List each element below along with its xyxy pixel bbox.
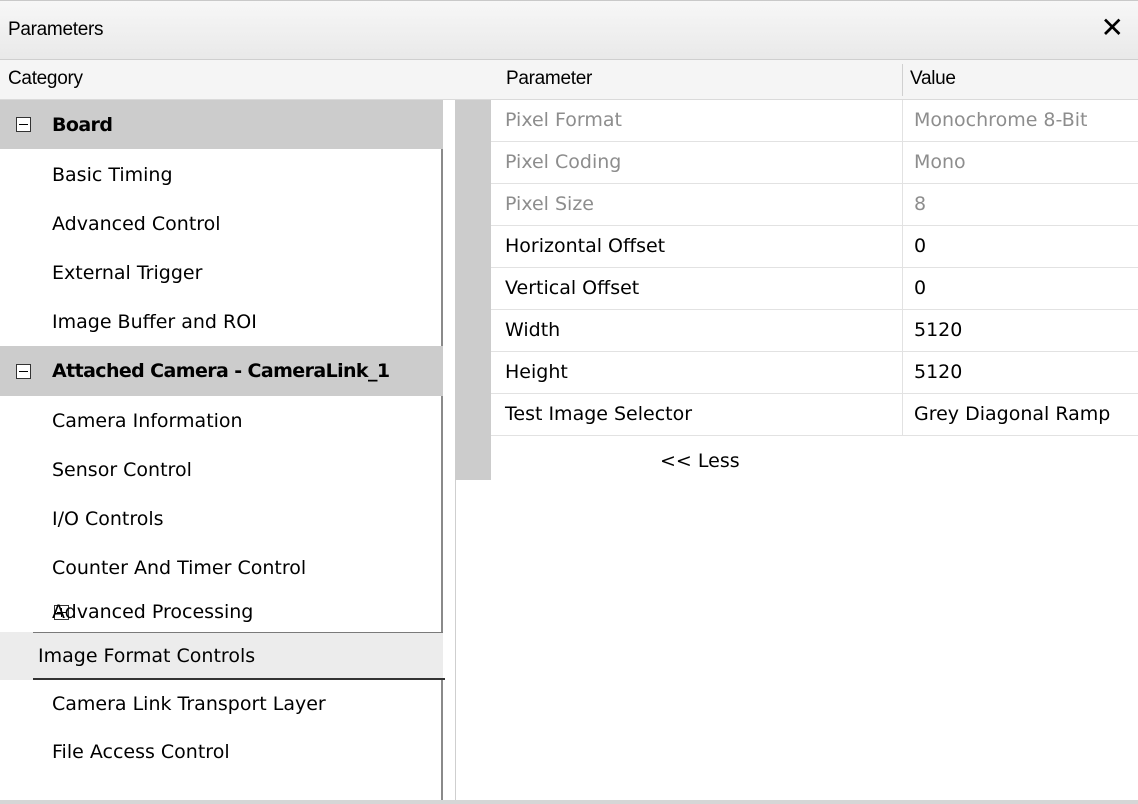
category-label: Sensor Control: [52, 458, 192, 481]
category-item-i-o-controls[interactable]: I/O Controls: [0, 494, 443, 543]
parameter-name: Height: [505, 361, 568, 383]
category-label: External Trigger: [52, 261, 203, 284]
parameter-row[interactable]: Width 5120: [491, 310, 1138, 352]
category-item-camera-information[interactable]: Camera Information: [0, 396, 443, 445]
column-divider[interactable]: [902, 64, 903, 96]
parameter-value[interactable]: 0: [914, 235, 926, 257]
cell-divider: [902, 184, 903, 226]
parameter-value: Mono: [914, 151, 966, 173]
category-item-advanced-control[interactable]: Advanced Control: [0, 199, 443, 248]
category-label: Advanced Processing: [52, 601, 254, 623]
parameter-row: Pixel Coding Mono: [491, 142, 1138, 184]
value-header[interactable]: Value: [910, 68, 956, 90]
category-label: Camera Information: [52, 409, 243, 432]
parameter-header[interactable]: Parameter: [506, 68, 592, 90]
less-link[interactable]: << Less: [660, 450, 740, 472]
category-label: Camera Link Transport Layer: [52, 693, 326, 715]
selection-border: [33, 678, 445, 680]
column-headers: Category Parameter Value: [0, 60, 1138, 100]
parameter-value: 8: [914, 193, 927, 215]
parameter-value[interactable]: 0: [914, 277, 926, 299]
category-label: File Access Control: [52, 741, 230, 763]
category-item-file-access-control[interactable]: File Access Control: [0, 728, 443, 776]
parameter-name: Pixel Size: [505, 193, 594, 215]
category-label: Attached Camera - CameraLink_1: [52, 360, 390, 382]
category-item-external-trigger[interactable]: External Trigger: [0, 248, 443, 297]
cell-divider: [902, 268, 903, 310]
parameter-row[interactable]: Height 5120: [491, 352, 1138, 394]
category-item-image-buffer-and-roi[interactable]: Image Buffer and ROI: [0, 297, 443, 346]
category-item-image-format-controls[interactable]: Image Format Controls: [0, 632, 443, 680]
parameter-row[interactable]: Vertical Offset 0: [491, 268, 1138, 310]
category-label: Board: [52, 113, 113, 136]
category-label: I/O Controls: [52, 507, 164, 530]
category-label: Image Buffer and ROI: [52, 310, 257, 333]
collapse-icon[interactable]: [16, 117, 31, 132]
cell-divider: [902, 226, 903, 268]
category-label: Basic Timing: [52, 163, 173, 186]
cell-divider: [902, 352, 903, 394]
parameter-value[interactable]: 5120: [914, 361, 962, 383]
category-item-advanced-processing[interactable]: Advanced Processing: [0, 592, 443, 632]
parameter-name: Pixel Format: [505, 109, 622, 131]
parameter-name: Pixel Coding: [505, 151, 622, 173]
collapse-icon[interactable]: [16, 363, 31, 379]
parameter-name: Horizontal Offset: [505, 235, 666, 257]
parameter-value: Monochrome 8-Bit: [914, 109, 1088, 131]
parameter-value[interactable]: 5120: [914, 319, 962, 341]
category-item-basic-timing[interactable]: Basic Timing: [0, 150, 443, 199]
category-item-attached-camera-cameralink-1[interactable]: Attached Camera - CameraLink_1: [0, 346, 443, 396]
parameter-name: Test Image Selector: [505, 403, 693, 425]
category-item-camera-link-transport-layer[interactable]: Camera Link Transport Layer: [0, 680, 443, 728]
parameter-row[interactable]: Test Image Selector Grey Diagonal Ramp: [491, 394, 1138, 436]
close-icon[interactable]: ✕: [1101, 13, 1124, 43]
cell-divider: [902, 310, 903, 352]
parameter-name: Width: [505, 319, 561, 341]
parameter-name: Vertical Offset: [505, 277, 640, 299]
category-label: Image Format Controls: [38, 645, 256, 667]
panel-title: Parameters: [8, 19, 104, 40]
parameter-row[interactable]: Horizontal Offset 0: [491, 226, 1138, 268]
category-item-sensor-control[interactable]: Sensor Control: [0, 445, 443, 494]
bottom-border: [0, 800, 1138, 804]
cell-divider: [902, 394, 903, 436]
cell-divider: [902, 142, 903, 184]
category-item-counter-and-timer-control[interactable]: Counter And Timer Control: [0, 543, 443, 592]
subgroup-border: [33, 632, 443, 633]
parameter-value[interactable]: Grey Diagonal Ramp: [914, 403, 1110, 425]
category-label: Advanced Control: [52, 212, 221, 235]
panel-titlebar: Parameters ✕: [0, 0, 1138, 60]
grid-row-gutter: [455, 100, 491, 480]
parameter-row: Pixel Size 8: [491, 184, 1138, 226]
category-header: Category: [8, 68, 83, 89]
parameter-row: Pixel Format Monochrome 8-Bit: [491, 100, 1138, 142]
category-label: Counter And Timer Control: [52, 556, 307, 579]
cell-divider: [902, 100, 903, 142]
category-item-board[interactable]: Board: [0, 100, 443, 149]
